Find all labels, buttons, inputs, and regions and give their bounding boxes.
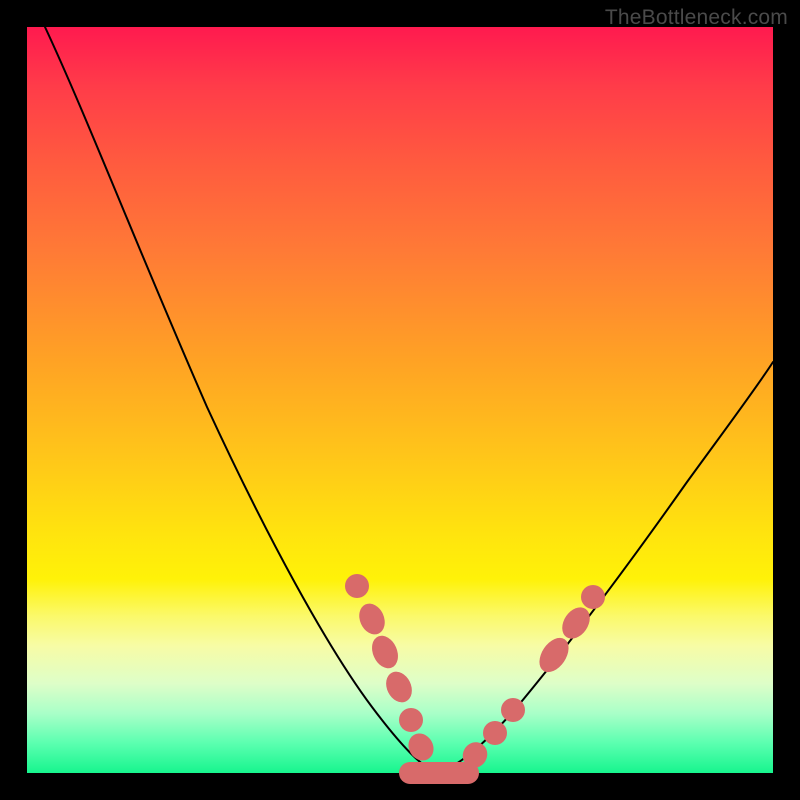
plot-area — [27, 27, 773, 773]
marker-dot — [367, 632, 403, 673]
curve-svg — [27, 27, 773, 773]
marker-dot — [501, 698, 525, 722]
marker-dot — [355, 600, 390, 639]
watermark-text: TheBottleneck.com — [605, 6, 788, 30]
chart-frame: TheBottleneck.com — [0, 0, 800, 800]
marker-dot — [399, 708, 423, 732]
marker-dot — [533, 633, 574, 678]
curve-right — [437, 362, 773, 773]
trough-flat-marker — [399, 762, 479, 784]
marker-dot — [345, 574, 369, 598]
marker-dot — [483, 721, 507, 745]
marker-dot — [381, 667, 417, 706]
marker-dot — [404, 729, 439, 765]
marker-dot — [581, 585, 605, 609]
